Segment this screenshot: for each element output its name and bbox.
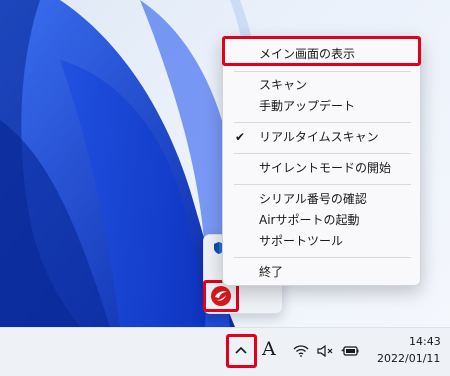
chevron-highlight	[226, 334, 257, 368]
menu-item-serial-number[interactable]: シリアル番号の確認	[223, 188, 420, 210]
menu-item-manual-update[interactable]: 手動アップデート	[223, 95, 420, 117]
menu-item-scan[interactable]: スキャン	[223, 74, 420, 96]
menu-separator	[234, 257, 411, 258]
tray-context-menu: メイン画面の表示 スキャン 手動アップデート ✔ リアルタイムスキャン サイレン…	[222, 36, 421, 286]
menu-item-silent-mode[interactable]: サイレントモードの開始	[223, 157, 420, 179]
wifi-icon[interactable]	[293, 345, 309, 357]
clock-time[interactable]: 14:43	[409, 335, 441, 348]
menu-separator	[234, 153, 411, 154]
menu-item-support-tool[interactable]: サポートツール	[223, 230, 420, 252]
menu-item-exit[interactable]: 終了	[223, 261, 420, 283]
clock-date[interactable]: 2022/01/11	[377, 352, 440, 365]
menu-separator	[234, 71, 411, 72]
battery-icon[interactable]	[341, 344, 359, 358]
menu-separator	[234, 122, 411, 123]
checkmark-icon: ✔	[235, 130, 246, 144]
input-indicator[interactable]: A	[262, 338, 276, 360]
menu-item-air-support[interactable]: Airサポートの起動	[223, 209, 420, 231]
main-screen-highlight	[222, 36, 421, 66]
menu-item-realtime-scan[interactable]: ✔ リアルタイムスキャン	[223, 126, 420, 148]
taskbar: A 14:43 2022/01/11	[0, 327, 450, 376]
menu-separator	[234, 184, 411, 185]
volume-muted-icon[interactable]	[317, 345, 335, 357]
